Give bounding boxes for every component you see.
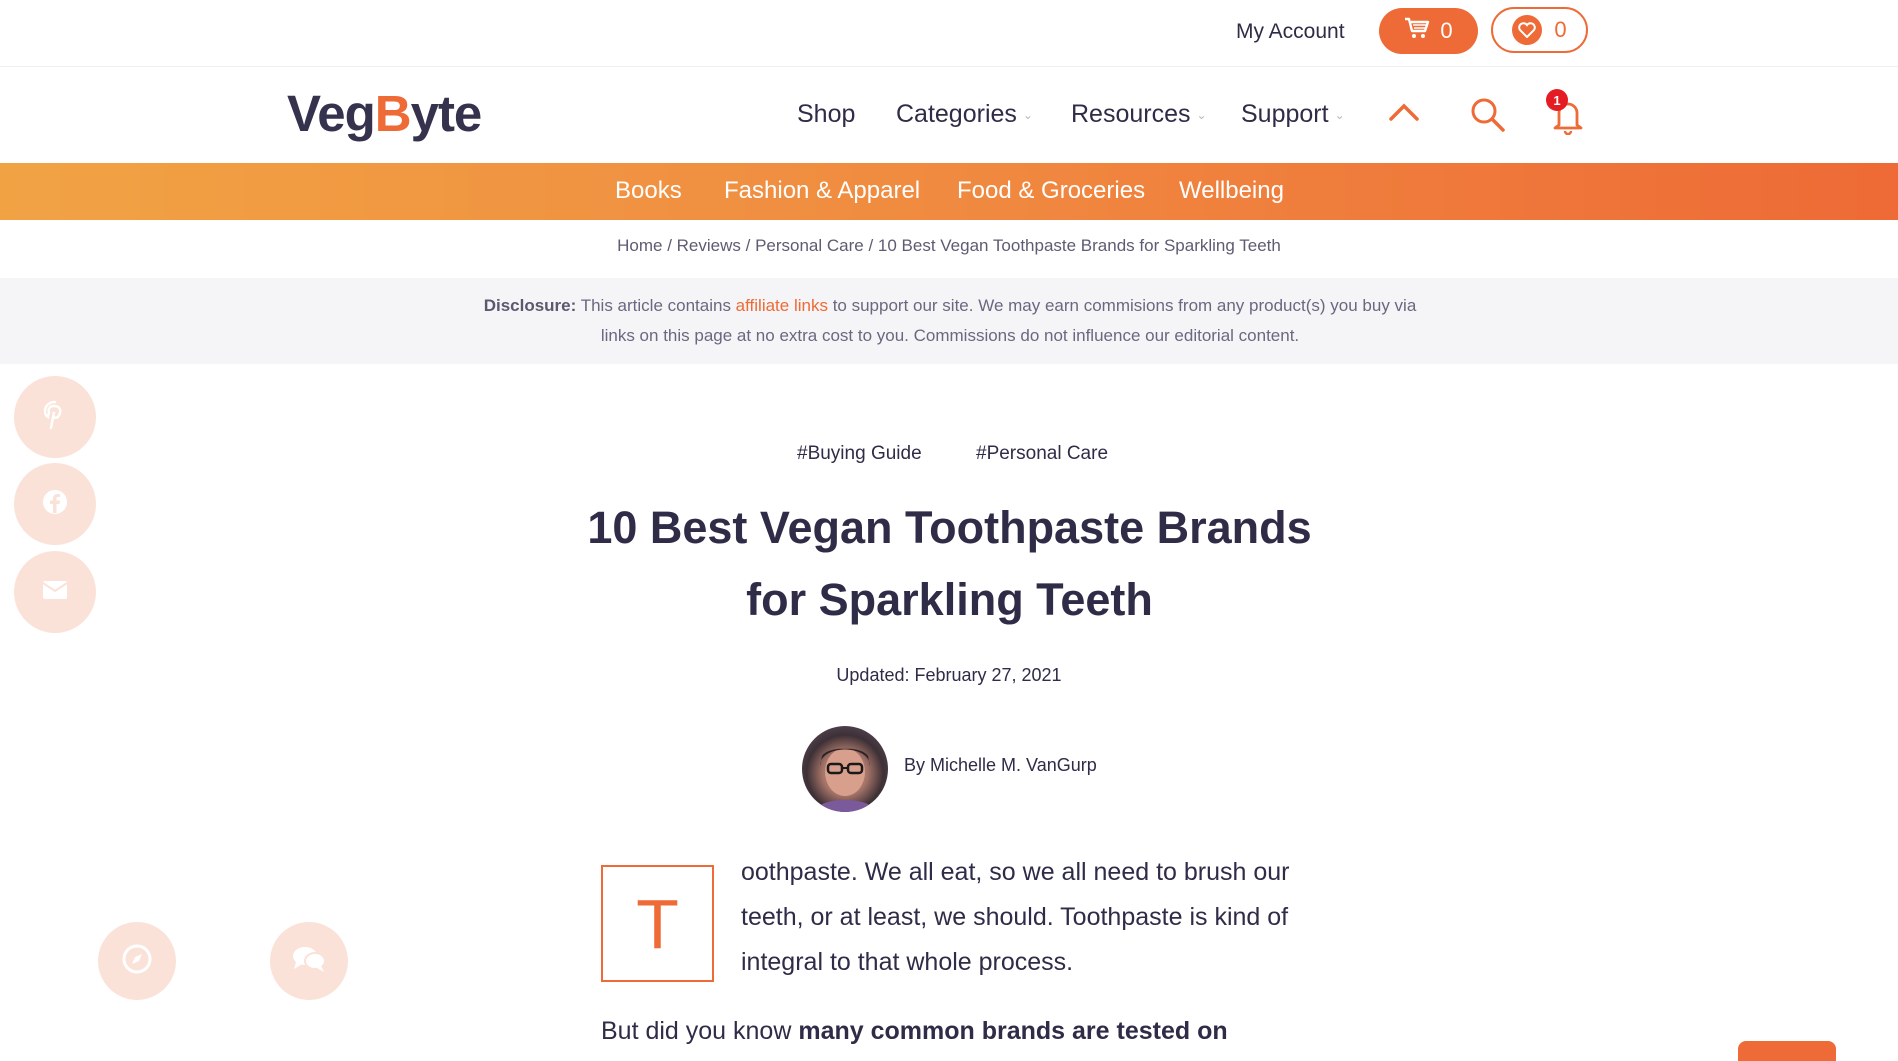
intro-paragraph: oothpaste. We all eat, so we all need to… (741, 858, 1290, 976)
article-title: 10 Best Vegan Toothpaste Brands for Spar… (587, 502, 1312, 625)
chevron-down-icon: ⌄ (1334, 108, 1345, 123)
category-bar: Books Fashion & Apparel Food & Groceries… (0, 163, 1898, 220)
category-books[interactable]: Books (615, 177, 682, 205)
cart-icon (1404, 17, 1430, 45)
author-name[interactable]: By Michelle M. VanGurp (904, 755, 1097, 776)
chevron-down-icon: ⌄ (1022, 108, 1033, 123)
category-wellbeing[interactable]: Wellbeing (1179, 177, 1284, 205)
main-header: VegByte Shop Categories ⌄ Resources ⌄ Supp… (0, 66, 1898, 163)
breadcrumb[interactable]: Home / Reviews / Personal Care / 10 Best… (0, 236, 1898, 256)
chevron-up-icon[interactable] (1388, 102, 1420, 127)
updated-date: Updated: February 27, 2021 (836, 665, 1062, 685)
tag-personal-care[interactable]: #Personal Care (976, 443, 1108, 465)
notification-badge: 1 (1546, 89, 1568, 111)
search-icon[interactable] (1470, 97, 1506, 138)
nav-categories[interactable]: Categories ⌄ (896, 100, 1033, 129)
affiliate-links-link[interactable]: affiliate links (736, 296, 828, 315)
explore-button[interactable] (98, 922, 176, 1000)
pinterest-icon (42, 400, 68, 435)
cart-button[interactable]: 0 (1379, 8, 1478, 54)
disclosure-text: Disclosure: This article contains affili… (483, 296, 1417, 345)
email-icon (42, 580, 68, 605)
chevron-down-icon: ⌄ (1196, 108, 1207, 123)
site-logo[interactable]: VegByte (287, 84, 482, 143)
nav-resources[interactable]: Resources ⌄ (1071, 100, 1207, 129)
body-paragraph: But did you know many common brands are … (601, 1017, 1228, 1045)
pinterest-share-button[interactable] (14, 376, 96, 458)
avatar[interactable] (802, 726, 888, 812)
wishlist-button[interactable]: 0 (1491, 7, 1588, 53)
nav-shop[interactable]: Shop (797, 100, 855, 129)
category-fashion[interactable]: Fashion & Apparel (724, 177, 920, 205)
category-food[interactable]: Food & Groceries (957, 177, 1145, 205)
drop-cap: T (601, 865, 714, 982)
disclosure-box: Disclosure: This article contains affili… (0, 278, 1898, 364)
my-account-link[interactable]: My Account (1236, 20, 1345, 44)
nav-support[interactable]: Support ⌄ (1241, 100, 1345, 129)
cart-count: 0 (1440, 18, 1453, 43)
compass-icon (121, 943, 153, 980)
scroll-tab-button[interactable] (1738, 1041, 1836, 1061)
top-bar: My Account 0 0 (0, 0, 1898, 67)
tag-buying-guide[interactable]: #Buying Guide (797, 443, 922, 465)
heart-icon (1512, 15, 1543, 45)
email-share-button[interactable] (14, 551, 96, 633)
facebook-share-button[interactable] (14, 463, 96, 545)
wishlist-count: 0 (1554, 17, 1567, 42)
facebook-icon (42, 489, 68, 520)
chat-icon (291, 944, 327, 979)
chat-button[interactable] (270, 922, 348, 1000)
